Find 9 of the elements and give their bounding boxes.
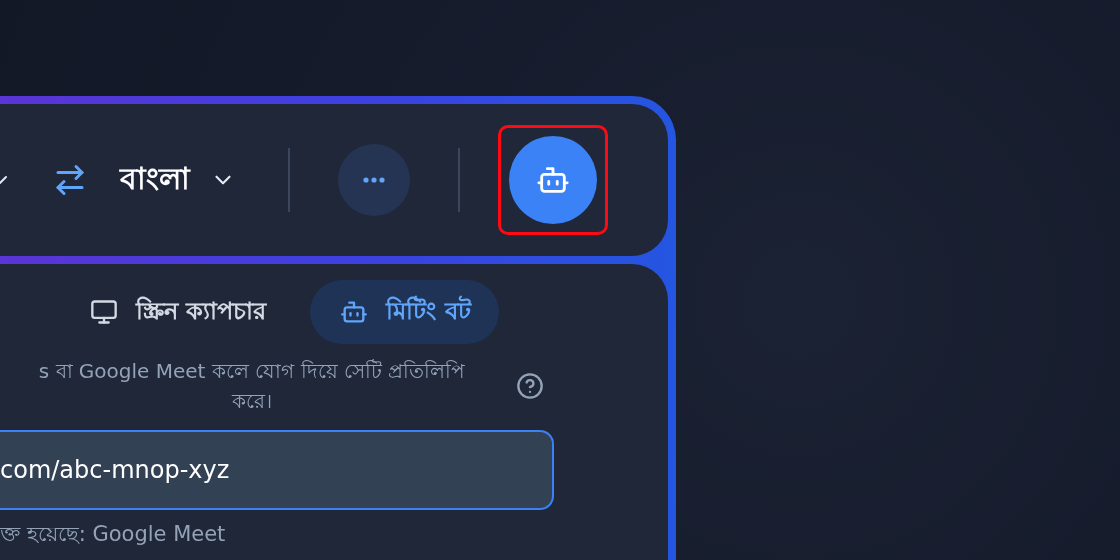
mode-tab[interactable]: মিটিং বট — [310, 280, 499, 344]
help-icon[interactable] — [516, 372, 544, 400]
ellipsis-icon — [363, 177, 385, 183]
mode-tab[interactable]: স্ক্রিন ক্যাপচার — [60, 280, 295, 344]
monitor-icon — [90, 298, 118, 326]
url-field[interactable]: com/abc-mnop-xyz — [0, 430, 554, 510]
detected-platform: ক্ত হয়েছে: Google Meet — [0, 521, 227, 548]
target-language[interactable]: বাংলা — [120, 154, 190, 206]
description: s বা Google Meet কলে যোগ দিয়ে সেটি প্রতিলিপি করে। — [37, 358, 467, 415]
